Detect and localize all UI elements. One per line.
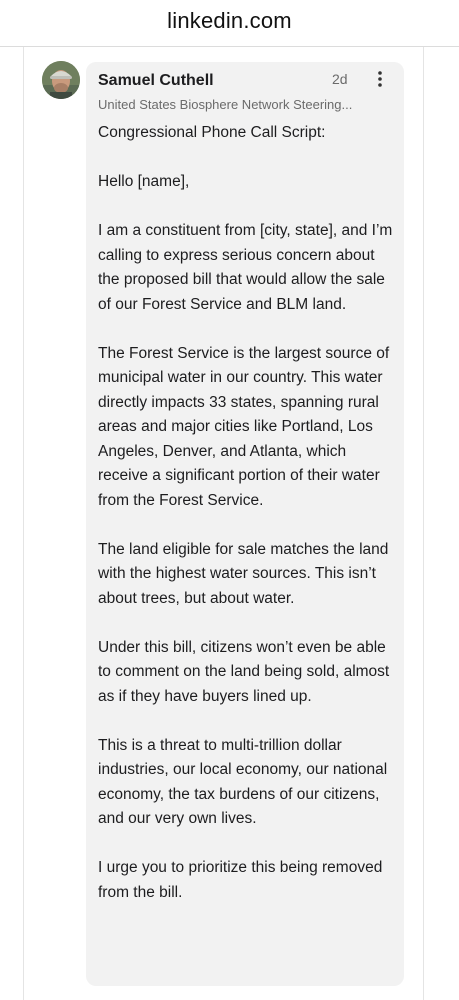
more-options-button[interactable] (372, 69, 388, 89)
comment-paragraph: This is a threat to multi-trillion dolla… (98, 736, 388, 828)
browser-address-bar[interactable]: linkedin.com (0, 0, 459, 47)
profile-photo-icon (42, 61, 80, 99)
comment-paragraph: Under this bill, citizens won’t even be … (98, 638, 390, 705)
avatar[interactable] (42, 61, 80, 99)
comment-paragraph: The Forest Service is the largest source… (98, 344, 390, 509)
comment-paragraph: Congressional Phone Call Script: (98, 124, 326, 141)
comment-timestamp: 2d (332, 71, 348, 87)
url-domain[interactable]: linkedin.com (167, 8, 292, 34)
comment-paragraph: Hello [name], (98, 173, 190, 190)
comment-paragraph: The land eligible for sale matches the l… (98, 540, 389, 607)
author-name[interactable]: Samuel Cuthell (98, 72, 214, 90)
comment-paragraph: I am a constituent from [city, state], a… (98, 222, 393, 313)
left-divider (23, 47, 24, 1000)
comment-paragraph: I urge you to prioritize this being remo… (98, 859, 383, 901)
vertical-ellipsis-icon (378, 71, 382, 87)
comments-section: Samuel Cuthell 2d United States Biospher… (0, 47, 459, 1000)
comment-bubble: Samuel Cuthell 2d United States Biospher… (86, 62, 404, 986)
author-headline: United States Biosphere Network Steering… (98, 97, 353, 112)
comment-body: Congressional Phone Call Script: Hello [… (98, 121, 398, 905)
right-divider (423, 47, 424, 1000)
